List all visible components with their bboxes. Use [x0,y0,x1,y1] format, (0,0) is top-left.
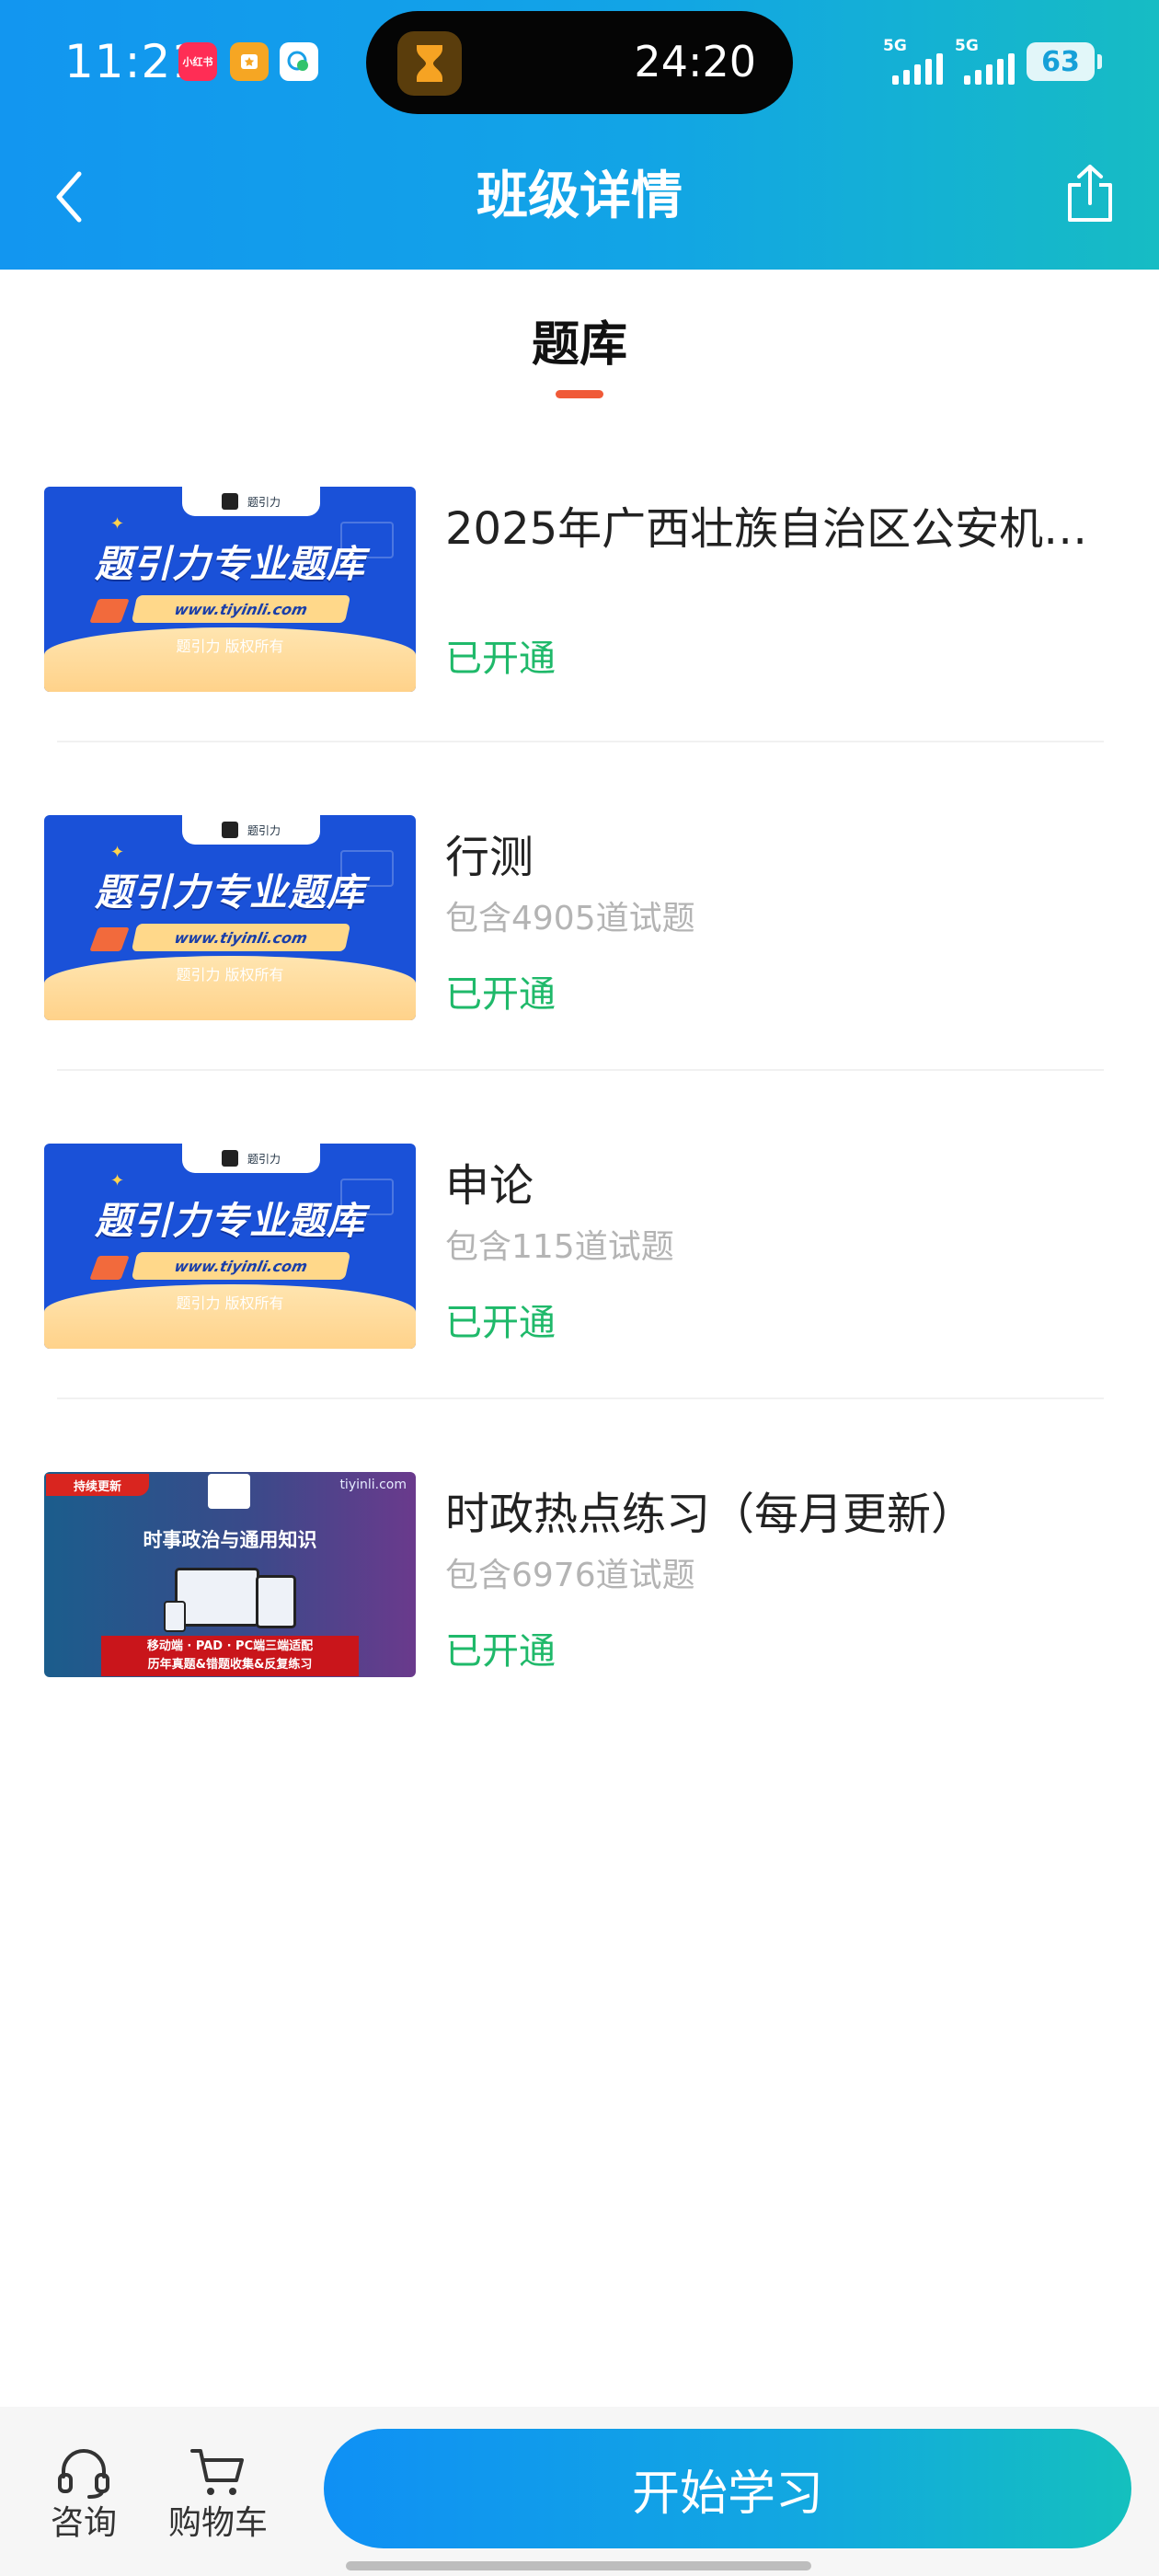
cover-heading: 时事政治与通用知识 [143,1529,317,1551]
tablet-icon [256,1575,296,1628]
sparkle-icon: ✦ [110,514,125,534]
cover-banner: 移动端 · PAD · PC端三端适配 历年真题&错题收集&反复练习 [101,1636,359,1676]
list-item[interactable]: 题引力 ✦ 题引力专业题库 www.tiyinli.com 题引力 版权所有 行… [44,742,1104,1071]
cart-button[interactable]: 购物车 [158,2444,278,2554]
dynamic-island: 24:20 [366,11,793,114]
hourglass-icon [397,31,462,96]
cover-url: www.tiyinli.com [131,924,351,951]
cover-copyright: 题引力 版权所有 [176,1294,284,1312]
brand-logo-icon [221,493,238,510]
cover-image: 持续更新 tiyinli.com 时事政治与通用知识 移动端 · PAD · P… [44,1472,416,1677]
header: 11:21 小红书 24:20 5G 5G 63 班级详情 [0,0,1159,270]
list-item[interactable]: 持续更新 tiyinli.com 时事政治与通用知识 移动端 · PAD · P… [44,1399,1104,1728]
cover-copyright: 题引力 版权所有 [176,966,284,983]
book-icon [89,927,130,951]
item-title: 申论 [445,1160,534,1212]
cover-brand: 题引力 [247,495,281,509]
back-button[interactable] [37,162,101,232]
book-icon [89,1256,130,1280]
cover-brand: 题引力 [247,1152,281,1166]
item-title: 2025年广西壮族自治区公安机关人民警察 [445,503,1117,555]
battery-indicator: 63 [1027,42,1102,81]
brand-logo-icon [208,1474,250,1509]
sparkle-icon: ✦ [110,843,125,862]
status-badge: 已开通 [445,638,556,680]
xiaohongshu-label: 小红书 [182,56,213,68]
share-icon [1068,165,1112,222]
item-title: 时政热点练习（每月更新） [445,1489,976,1540]
tab-indicator [556,390,603,398]
item-question-count: 包含4905道试题 [445,900,695,937]
list-item[interactable]: 题引力 ✦ 题引力专业题库 www.tiyinli.com 题引力 版权所有 申… [44,1071,1104,1399]
sparkle-icon: ✦ [110,1171,125,1190]
laptop-icon [175,1568,259,1627]
share-button[interactable] [1058,156,1122,230]
cover-image: 题引力 ✦ 题引力专业题库 www.tiyinli.com 题引力 版权所有 [44,815,416,1020]
tab-label: 题库 [531,317,627,373]
network-type: 5G [883,37,907,55]
headset-icon [58,2449,109,2499]
chevron-left-icon [56,171,82,223]
phone-icon [164,1601,186,1632]
start-learning-button[interactable]: 开始学习 [324,2429,1131,2548]
status-badge: 已开通 [445,1302,556,1344]
cart-label: 购物车 [167,2504,268,2542]
star-app-icon [230,42,269,81]
cover-badge: 持续更新 [46,1474,149,1496]
consult-label: 咨询 [50,2504,117,2542]
book-icon [89,599,130,623]
cover-copyright: 题引力 版权所有 [176,638,284,655]
tab-question-bank[interactable]: 题库 [488,313,671,405]
cover-url: www.tiyinli.com [131,1252,351,1280]
cover-heading: 题引力专业题库 [95,542,365,586]
status-badge: 已开通 [445,973,556,1016]
brand-logo-icon [221,822,238,838]
item-question-count: 包含115道试题 [445,1228,674,1266]
brand-logo-icon [221,1150,238,1167]
cover-heading: 题引力专业题库 [95,870,365,914]
timer-text: 24:20 [634,37,756,86]
cover-banner-line: 移动端 · PAD · PC端三端适配 [146,1639,314,1653]
cover-image: 题引力 ✦ 题引力专业题库 www.tiyinli.com 题引力 版权所有 [44,1144,416,1349]
cover-url: tiyinli.com [339,1478,407,1492]
cover-banner-line: 历年真题&错题收集&反复练习 [147,1658,313,1672]
cover-heading: 题引力专业题库 [95,1199,365,1243]
consult-button[interactable]: 咨询 [24,2444,143,2554]
item-title: 行测 [445,832,534,883]
chat-app-icon [280,42,318,81]
cover-url: www.tiyinli.com [131,595,351,623]
home-indicator[interactable] [346,2561,811,2570]
cover-brand: 题引力 [247,823,281,837]
cart-icon [190,2449,244,2495]
cover-image: 题引力 ✦ 题引力专业题库 www.tiyinli.com 题引力 版权所有 [44,487,416,692]
network-type: 5G [955,37,979,55]
status-badge: 已开通 [445,1630,556,1673]
page-title: 班级详情 [476,167,683,226]
item-question-count: 包含6976道试题 [445,1557,695,1594]
xiaohongshu-icon: 小红书 [178,42,217,81]
list-item[interactable]: 题引力 ✦ 题引力专业题库 www.tiyinli.com 题引力 版权所有 2… [44,414,1117,742]
